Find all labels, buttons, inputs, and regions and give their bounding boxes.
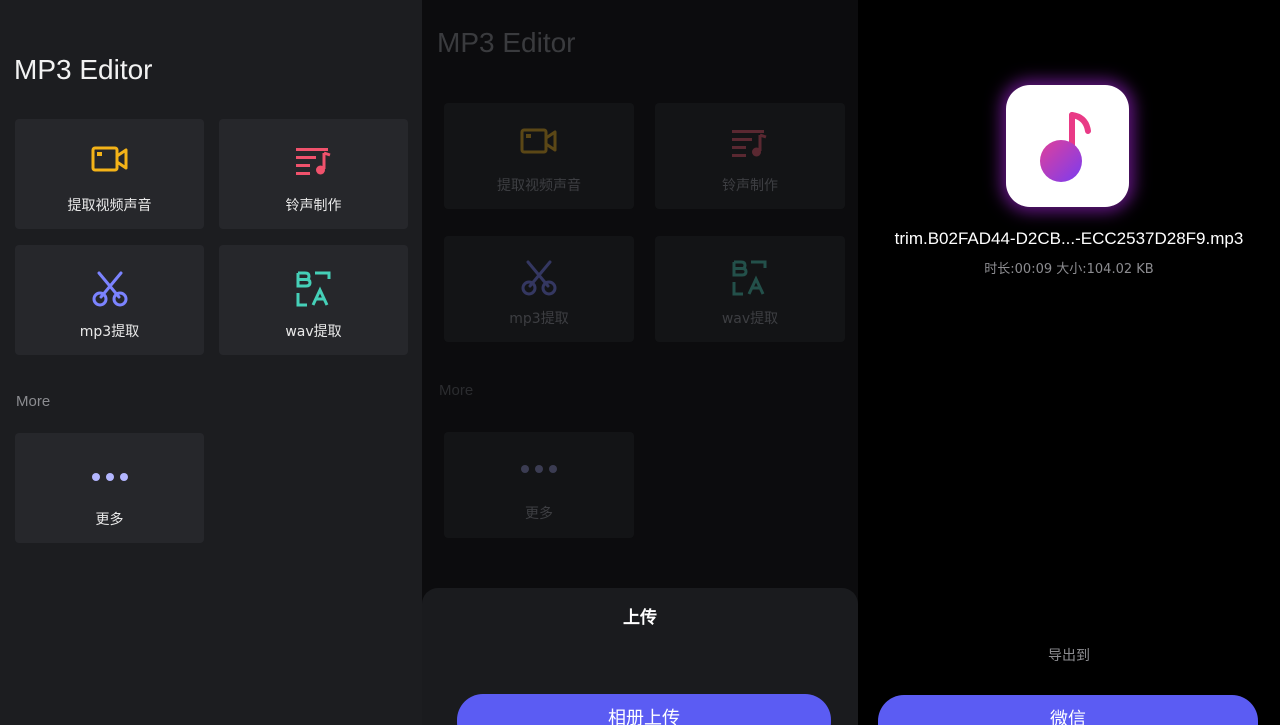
tile-label: 更多 xyxy=(95,512,124,528)
file-name: trim.B02FAD44-D2CB...-ECC2537D28F9.mp3 xyxy=(894,229,1244,248)
video-camera-icon xyxy=(91,146,127,172)
video-camera-icon xyxy=(520,128,557,154)
text-ba-icon xyxy=(296,271,330,307)
music-note-icon xyxy=(1040,112,1091,182)
music-list-icon xyxy=(295,148,330,175)
page-title: MP3 Editor xyxy=(437,27,576,58)
audio-file-icon xyxy=(1006,85,1129,207)
more-dots-icon xyxy=(521,465,557,473)
tile-label: 提取视频声音 xyxy=(497,178,581,194)
extract-video-audio-tile[interactable]: 提取视频声音 xyxy=(444,103,634,209)
more-dots-icon xyxy=(91,473,128,481)
upload-sheet: 上传 相册上传 xyxy=(422,588,858,725)
tile-label: wav提取 xyxy=(285,324,342,340)
scissors-icon xyxy=(521,260,557,296)
scissors-icon xyxy=(92,271,127,307)
tile-label: mp3提取 xyxy=(509,311,569,327)
more-section-label: More xyxy=(439,382,474,399)
wav-extract-tile[interactable]: wav提取 xyxy=(219,245,408,355)
tile-label: 铃声制作 xyxy=(285,198,342,214)
more-section-label: More xyxy=(16,393,51,410)
export-screen: trim.B02FAD44-D2CB...-ECC2537D28F9.mp3 时… xyxy=(858,0,1280,725)
ringtone-maker-tile[interactable]: 铃声制作 xyxy=(655,103,845,209)
tile-label: 更多 xyxy=(525,506,553,522)
page-title: MP3 Editor xyxy=(14,54,153,85)
sheet-title: 上传 xyxy=(623,608,657,628)
music-list-icon xyxy=(732,130,767,157)
text-ba-icon xyxy=(732,260,767,296)
mp3-extract-tile[interactable]: mp3提取 xyxy=(15,245,204,355)
home-screen: MP3 Editor 提取视频声音 铃声制作 mp3提取 wav提取 More … xyxy=(0,0,422,725)
wechat-export-button[interactable]: 微信 xyxy=(878,695,1258,725)
tile-label: 铃声制作 xyxy=(722,178,778,194)
ringtone-maker-tile[interactable]: 铃声制作 xyxy=(219,119,408,229)
album-upload-button[interactable]: 相册上传 xyxy=(457,694,831,725)
mp3-extract-tile[interactable]: mp3提取 xyxy=(444,236,634,342)
more-tile[interactable]: 更多 xyxy=(15,433,204,543)
upload-screen: MP3 Editor 提取视频声音 铃声制作 mp3提取 wav提取 More … xyxy=(422,0,858,725)
more-tile[interactable]: 更多 xyxy=(444,432,634,538)
tile-label: wav提取 xyxy=(721,311,779,327)
file-meta: 时长:00:09 大小:104.02 KB xyxy=(984,262,1154,277)
tile-label: mp3提取 xyxy=(79,324,140,340)
wav-extract-tile[interactable]: wav提取 xyxy=(655,236,845,342)
export-to-label: 导出到 xyxy=(1048,648,1090,664)
tile-label: 提取视频声音 xyxy=(67,198,152,214)
extract-video-audio-tile[interactable]: 提取视频声音 xyxy=(15,119,204,229)
